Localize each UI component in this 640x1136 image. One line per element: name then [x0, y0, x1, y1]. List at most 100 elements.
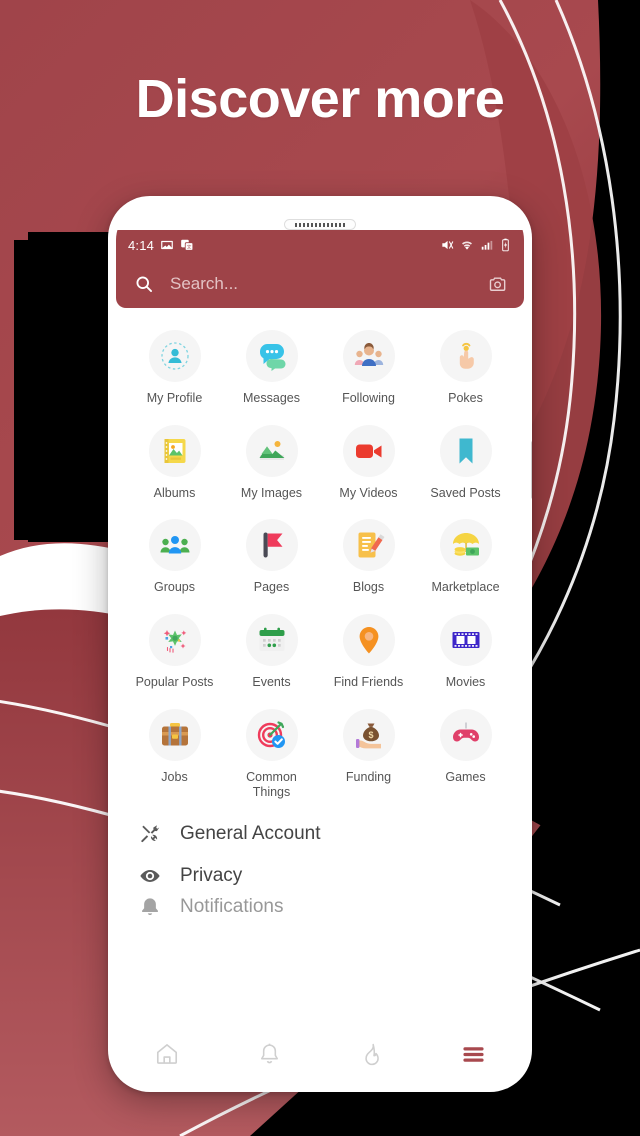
tile-events[interactable]: Events: [223, 604, 320, 697]
list-item-general-account[interactable]: General Account: [116, 813, 524, 855]
tile-label: Games: [445, 769, 486, 784]
tile-popular-posts[interactable]: Popular Posts: [126, 604, 223, 697]
landscape-photo-icon: [259, 440, 284, 460]
tile-label: My Profile: [146, 391, 203, 405]
tile-groups[interactable]: Groups: [126, 509, 223, 602]
settings-list: General Account Privacy Notifications: [116, 806, 524, 915]
list-item-privacy[interactable]: Privacy: [116, 855, 524, 897]
tile-label: My Images: [240, 485, 303, 500]
home-icon[interactable]: [154, 1041, 180, 1067]
tile-icon-bg: [245, 424, 298, 477]
tile-my-profile[interactable]: My Profile: [126, 320, 223, 413]
tile-icon-bg: [439, 613, 492, 666]
tile-icon-bg: [148, 519, 201, 572]
mute-icon: [442, 240, 454, 250]
person-icon: [160, 342, 189, 370]
chat-bubble-icon: [259, 344, 285, 371]
umbrella-money-icon: [452, 533, 479, 556]
search-bar[interactable]: Search...: [116, 260, 524, 308]
tile-games[interactable]: Games: [417, 699, 514, 807]
film-strip-icon: [452, 631, 479, 648]
list-item-label: General Account: [180, 822, 321, 844]
discover-grid: My Profile Messages Following Pokes Albu…: [116, 308, 524, 807]
nav-item-trending[interactable]: [320, 1042, 422, 1067]
target-check-icon: [257, 720, 285, 748]
tools-icon: [138, 823, 162, 845]
nav-item-home[interactable]: [116, 1041, 218, 1067]
eye-icon: [138, 865, 162, 887]
bookmark-icon: [459, 438, 472, 464]
camera-icon[interactable]: [488, 274, 508, 294]
tile-funding[interactable]: $ Funding: [320, 699, 417, 807]
note-pencil-icon: [358, 532, 384, 558]
tile-my-images[interactable]: My Images: [223, 415, 320, 508]
tile-saved-posts[interactable]: Saved Posts: [417, 415, 514, 508]
list-item-label: Privacy: [180, 864, 243, 886]
tile-icon-bg: [245, 708, 298, 761]
tile-following[interactable]: Following: [320, 320, 417, 413]
tile-label: Pages: [253, 580, 290, 595]
bell-icon[interactable]: [257, 1042, 282, 1067]
photo-album-icon: [164, 438, 185, 463]
calendar-icon: [259, 627, 284, 651]
flame-icon[interactable]: [359, 1042, 384, 1067]
tile-icon-bg: $: [342, 708, 395, 761]
tile-icon-bg: [245, 519, 298, 572]
tile-pokes[interactable]: Pokes: [417, 320, 514, 413]
volume-button[interactable]: [531, 441, 532, 499]
hand-tap-icon: [459, 343, 474, 369]
status-bar-right: [440, 238, 511, 252]
tile-icon-bg: [439, 519, 492, 572]
tile-blogs[interactable]: Blogs: [320, 509, 417, 602]
tile-label: Following: [342, 391, 395, 405]
tile-label: Popular Posts: [135, 674, 214, 689]
nav-item-notifications[interactable]: [218, 1042, 320, 1067]
tile-icon-bg: [245, 330, 298, 382]
video-camera-icon: [355, 444, 381, 458]
discover-grid-wrapper: My Profile Messages Following Pokes Albu…: [116, 308, 524, 1028]
status-bar: 4:14 文: [116, 230, 524, 260]
map-pin-icon: [359, 626, 378, 654]
tile-label: Find Friends: [333, 674, 404, 689]
tile-marketplace[interactable]: Marketplace: [417, 509, 514, 602]
tile-icon-bg: [342, 613, 395, 666]
tile-icon-bg: [148, 613, 201, 666]
tile-icon-bg: [342, 424, 395, 477]
tile-label: Saved Posts: [430, 485, 501, 500]
page-title: Discover more: [135, 69, 505, 129]
tile-label: Events: [252, 674, 291, 689]
tile-label: Movies: [445, 674, 486, 689]
list-item-notifications[interactable]: Notifications: [116, 897, 524, 915]
search-input[interactable]: Search...: [170, 274, 488, 294]
list-item-label: Notifications: [180, 896, 284, 915]
tile-messages[interactable]: Messages: [223, 320, 320, 413]
battery-charging-icon: [502, 238, 509, 252]
tile-pages[interactable]: Pages: [223, 509, 320, 602]
tile-icon-bg: [148, 708, 201, 761]
tile-albums[interactable]: Albums: [126, 415, 223, 508]
tile-icon-bg: [342, 330, 395, 382]
hamburger-icon[interactable]: [460, 1041, 487, 1068]
tile-my-videos[interactable]: My Videos: [320, 415, 417, 508]
tile-find-friends[interactable]: Find Friends: [320, 604, 417, 697]
tile-icon-bg: [342, 519, 395, 572]
tile-movies[interactable]: Movies: [417, 604, 514, 697]
phone-screen: 4:14 文 Search... My Profile Messages Fol…: [116, 204, 524, 1084]
tile-common-things[interactable]: Common Things: [223, 699, 320, 807]
wifi-icon: [462, 241, 472, 250]
tile-label: Common Things: [246, 769, 297, 800]
nav-item-menu[interactable]: [422, 1041, 524, 1068]
signal-icon: [481, 240, 493, 250]
gamepad-icon: [452, 721, 479, 741]
money-bag-hand-icon: $: [355, 723, 381, 748]
group-users-icon: [160, 536, 189, 554]
phone-mockup: 4:14 文 Search... My Profile Messages Fol…: [108, 196, 532, 1092]
search-icon[interactable]: [134, 274, 154, 294]
tile-icon-bg: [439, 330, 492, 382]
tile-icon-bg: [439, 424, 492, 477]
tile-jobs[interactable]: Jobs: [126, 699, 223, 807]
status-bar-left: 4:14 文: [128, 238, 194, 253]
status-time: 4:14: [128, 237, 155, 253]
sparkle-burst-icon: [163, 629, 186, 653]
tile-label: Jobs: [161, 769, 188, 784]
